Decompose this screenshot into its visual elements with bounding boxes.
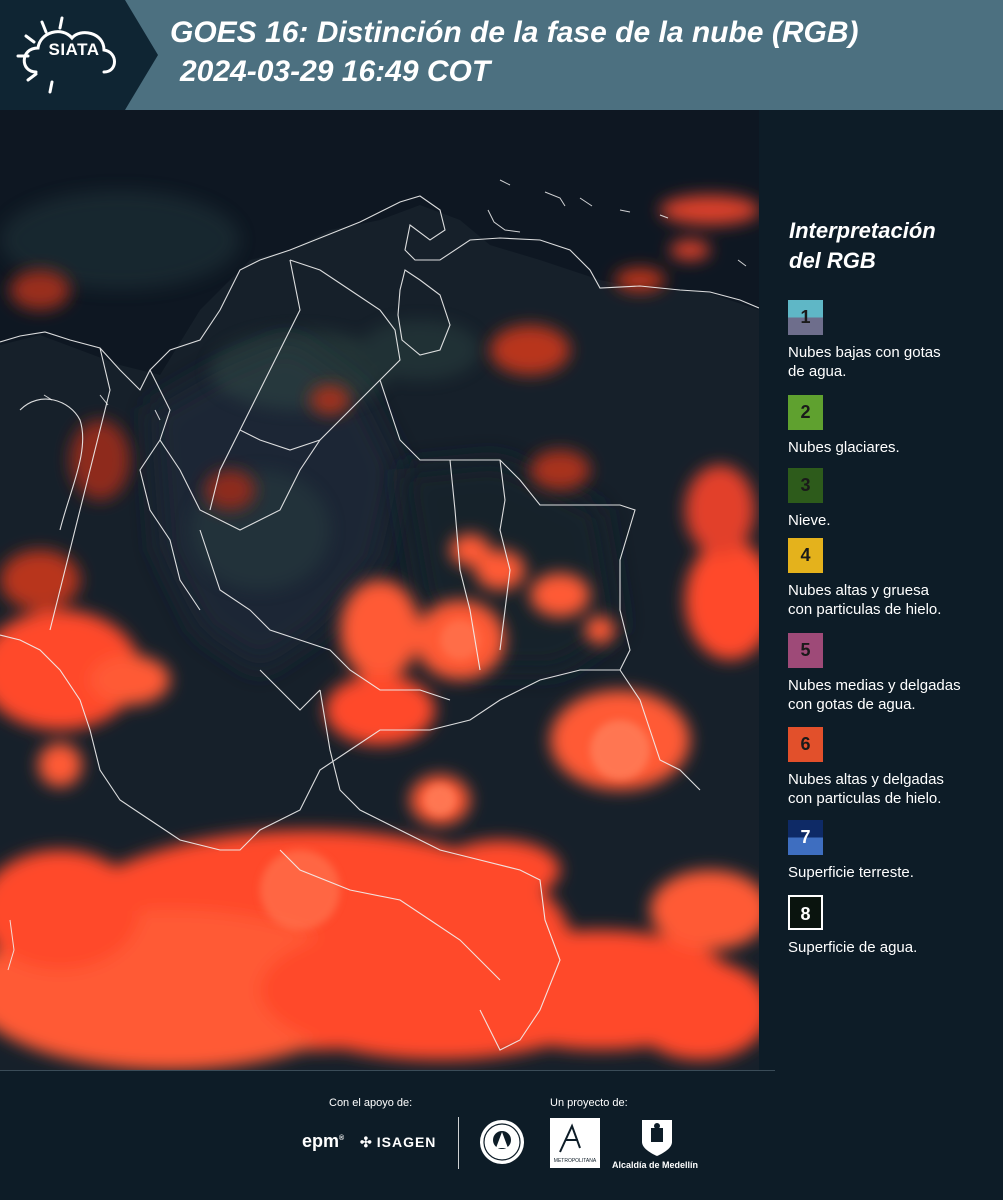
legend-label-5: Nubes medias y delgadas con gotas de agu… bbox=[788, 676, 988, 714]
support-label: Con el apoyo de: bbox=[329, 1097, 413, 1109]
alcaldia-shield-icon bbox=[642, 1120, 672, 1156]
epm-logo-text: epm bbox=[302, 1131, 340, 1151]
footer-divider-line bbox=[0, 1070, 775, 1071]
legend-title-line2: del RGB bbox=[789, 248, 876, 273]
isagen-logo-text: ISAGEN bbox=[376, 1134, 437, 1150]
legend-item-3: 3 Nieve. bbox=[788, 468, 988, 530]
seal-logo-icon bbox=[480, 1120, 524, 1164]
legend-number-8: 8 bbox=[800, 904, 811, 924]
area-metropolitana-logo-icon: METROPOLITANA bbox=[550, 1118, 600, 1168]
page-timestamp: 2024-03-29 16:49 COT bbox=[180, 55, 491, 88]
legend-number-4: 4 bbox=[800, 545, 811, 565]
legend-swatch-1: 1 bbox=[788, 300, 823, 335]
legend-title-line1: Interpretación bbox=[789, 218, 936, 243]
legend-label-8-line1: Superficie de agua. bbox=[788, 939, 918, 956]
legend-item-2: 2 Nubes glaciares. bbox=[788, 395, 988, 457]
legend-label-1-line1: Nubes bajas con gotas bbox=[788, 344, 941, 361]
legend-swatch-5: 5 bbox=[788, 633, 823, 668]
area-logo-text: METROPOLITANA bbox=[554, 1158, 597, 1164]
legend-label-3-line1: Nieve. bbox=[788, 512, 831, 529]
alcaldia-logo-text: Alcaldía de Medellín bbox=[612, 1160, 699, 1170]
epm-logo: epm® bbox=[302, 1131, 345, 1151]
legend-number-1: 1 bbox=[800, 307, 811, 327]
legend-item-5: 5 Nubes medias y delgadas con gotas de a… bbox=[788, 633, 988, 714]
legend-label-4-line1: Nubes altas y gruesa bbox=[788, 582, 929, 599]
isagen-logo: ✣ ISAGEN bbox=[360, 1134, 436, 1151]
siata-logo: SIATA bbox=[0, 0, 158, 110]
legend-label-2: Nubes glaciares. bbox=[788, 438, 988, 457]
legend-swatch-6: 6 bbox=[788, 727, 823, 762]
legend-label-8: Superficie de agua. bbox=[788, 938, 988, 957]
legend-number-6: 6 bbox=[800, 734, 811, 754]
legend-number-3: 3 bbox=[800, 475, 811, 495]
legend-label-5-line2: con gotas de agua. bbox=[788, 696, 916, 713]
satellite-map bbox=[0, 110, 759, 1070]
footer-vertical-divider bbox=[458, 1117, 459, 1169]
legend-label-6-line2: con particulas de hielo. bbox=[788, 790, 942, 807]
legend-label-4-line2: con particulas de hielo. bbox=[788, 601, 942, 618]
legend-label-5-line1: Nubes medias y delgadas bbox=[788, 677, 961, 694]
legend-swatch-8: 8 bbox=[788, 895, 823, 930]
legend-label-3: Nieve. bbox=[788, 511, 988, 530]
legend-item-8: 8 Superficie de agua. bbox=[788, 895, 988, 957]
legend-item-1: 1 Nubes bajas con gotas de agua. bbox=[788, 300, 988, 381]
legend-swatch-3: 3 bbox=[788, 468, 823, 503]
legend-label-4: Nubes altas y gruesa con particulas de h… bbox=[788, 581, 988, 619]
legend-number-7: 7 bbox=[800, 827, 811, 847]
legend-label-7-line1: Superficie terreste. bbox=[788, 864, 914, 881]
legend-label-6-line1: Nubes altas y delgadas bbox=[788, 771, 944, 788]
legend-item-4: 4 Nubes altas y gruesa con particulas de… bbox=[788, 538, 988, 619]
legend-label-2-line1: Nubes glaciares. bbox=[788, 439, 900, 456]
legend-number-5: 5 bbox=[800, 640, 811, 660]
legend-item-6: 6 Nubes altas y delgadas con particulas … bbox=[788, 727, 988, 808]
legend-number-2: 2 bbox=[800, 402, 811, 422]
legend-title: Interpretación del RGB bbox=[789, 216, 989, 276]
page-title: GOES 16: Distinción de la fase de la nub… bbox=[170, 16, 859, 49]
legend-swatch-7: 7 bbox=[788, 820, 823, 855]
project-label: Un proyecto de: bbox=[550, 1097, 628, 1109]
legend-swatch-2: 2 bbox=[788, 395, 823, 430]
legend-label-1-line2: de agua. bbox=[788, 363, 847, 380]
siata-logo-text: SIATA bbox=[48, 40, 100, 59]
legend-label-6: Nubes altas y delgadas con particulas de… bbox=[788, 770, 988, 808]
legend-item-7: 7 Superficie terreste. bbox=[788, 820, 988, 882]
isagen-mark-icon: ✣ bbox=[360, 1134, 373, 1150]
legend-label-7: Superficie terreste. bbox=[788, 863, 988, 882]
legend-swatch-4: 4 bbox=[788, 538, 823, 573]
legend-label-1: Nubes bajas con gotas de agua. bbox=[788, 343, 988, 381]
